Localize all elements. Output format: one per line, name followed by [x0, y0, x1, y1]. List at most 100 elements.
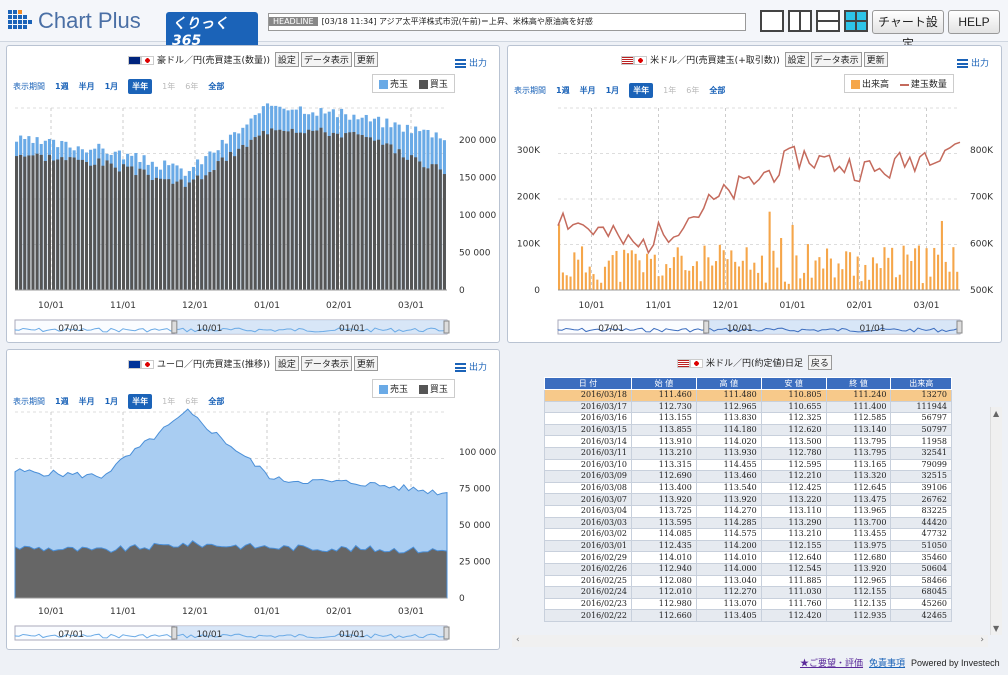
table-cell: 2016/03/10 [544, 458, 633, 472]
table-cell: 58466 [890, 574, 952, 588]
table-cell: 114.020 [695, 435, 762, 448]
bar-buy [274, 130, 278, 290]
table-cell: 112.080 [631, 574, 697, 588]
bar-buy [381, 144, 385, 290]
disclaimer-link[interactable]: 免責事項 [869, 658, 905, 668]
chart-usd-jpy-volume[interactable]: 300K 200K 100K 0 800K 700K 600K 500K 10/01 11/01 1… [508, 46, 1003, 344]
table-row[interactable]: 2016/02/24 112.010 112.270 111.030 112.155 68… [544, 586, 952, 599]
table-row[interactable]: 2016/03/10 113.315 114.455 112.595 113.165 79… [544, 458, 952, 472]
x-tick-label: 03/01 [914, 301, 940, 311]
table-row[interactable]: 2016/03/18 111.460 111.480 110.805 111.240 13… [544, 389, 952, 402]
table-row[interactable]: 2016/02/22 112.660 113.405 112.420 112.935 42… [544, 609, 952, 622]
table-row[interactable]: 2016/03/08 113.400 113.540 112.425 112.645 39… [544, 481, 952, 495]
table-row[interactable]: 2016/02/25 112.080 113.040 111.885 112.965 58… [544, 574, 952, 588]
headline-text[interactable]: [03/18 11:34] アジア太平洋株式市況(午前)＝上昇、米株高や原油高を… [322, 17, 593, 26]
column-header[interactable]: 高 値 [695, 377, 762, 390]
table-cell: 112.420 [760, 609, 827, 622]
table-row[interactable]: 2016/03/09 112.690 113.460 112.210 113.320 32… [544, 470, 952, 483]
bar-volume [822, 268, 825, 290]
table-cell: 26762 [890, 493, 952, 506]
chart-aud-jpy[interactable]: 200 000 150 000 100 000 50 000 0 10/01 11/01 12… [7, 46, 501, 344]
bar-volume [638, 260, 641, 290]
table-cell: 112.660 [631, 609, 697, 622]
bar-volume [741, 260, 744, 290]
table-row[interactable]: 2016/03/03 113.595 114.285 113.290 113.700 44… [544, 516, 952, 530]
vertical-scrollbar[interactable]: ▲ ▼ [990, 407, 1002, 635]
scroll-right-icon[interactable]: › [980, 635, 984, 645]
table-cell: 39106 [890, 481, 952, 495]
table-cell: 68045 [890, 586, 952, 599]
navigator-tick-label: 07/01 [58, 630, 84, 640]
chart-settings-button[interactable]: チャート設定 [872, 10, 944, 51]
table-cell: 2016/02/24 [544, 586, 633, 599]
table-cell: 47732 [890, 528, 952, 541]
table-cell: 13270 [890, 389, 952, 402]
y-tick-label: 0 [534, 286, 540, 296]
layout-single-icon[interactable] [760, 10, 784, 32]
bar-volume [852, 275, 855, 290]
layout-two-row-icon[interactable] [816, 10, 840, 32]
bar-volume [630, 250, 633, 290]
bar-buy [187, 182, 191, 290]
bar-volume [833, 277, 836, 290]
table-cell: 112.545 [760, 562, 827, 576]
table-row[interactable]: 2016/03/01 112.435 114.200 112.155 113.975 51… [544, 539, 952, 553]
table-cell: 113.070 [695, 597, 762, 611]
bar-buy [126, 166, 130, 290]
footer: ★ご要望・評価 免責事項 Powered by Investech [800, 656, 1000, 669]
table-row[interactable]: 2016/02/29 114.010 114.010 112.640 112.680 35… [544, 551, 952, 564]
bar-volume [695, 261, 698, 290]
table-row[interactable]: 2016/03/04 113.725 114.270 113.110 113.965 83… [544, 504, 952, 518]
column-header[interactable]: 始 値 [631, 377, 697, 390]
layout-two-column-icon[interactable] [788, 10, 812, 32]
table-cell: 112.645 [825, 481, 892, 495]
bar-buy [228, 151, 233, 290]
bar-volume [776, 267, 779, 290]
scroll-down-icon[interactable]: ▼ [993, 624, 999, 633]
x-tick-label: 10/01 [38, 301, 64, 311]
table-row[interactable]: 2016/03/11 113.210 113.930 112.780 113.795 32… [544, 446, 952, 460]
bar-volume [952, 247, 955, 290]
table-row[interactable]: 2016/02/26 112.940 114.000 112.545 113.920 50… [544, 562, 952, 576]
bar-volume [871, 257, 875, 290]
table-cell: 114.085 [631, 528, 697, 541]
scroll-left-icon[interactable]: ‹ [516, 635, 520, 645]
y-tick-label: 100 000 [459, 211, 496, 221]
bar-buy [340, 137, 344, 290]
table-cell: 2016/02/26 [544, 562, 633, 576]
headline-ticker[interactable]: HEADLINE [03/18 11:34] アジア太平洋株式市況(午前)＝上昇、… [268, 13, 746, 31]
table-row[interactable]: 2016/03/14 113.910 114.020 113.500 113.795 11… [544, 435, 952, 448]
feedback-link[interactable]: ★ご要望・評価 [800, 658, 863, 668]
bar-buy [130, 166, 134, 290]
table-row[interactable]: 2016/03/02 114.085 114.575 113.210 113.455 47… [544, 528, 952, 541]
powered-by: Powered by Investech [911, 658, 1000, 668]
table-cell: 111.885 [760, 574, 827, 588]
table-row[interactable]: 2016/03/17 112.730 112.965 110.655 111.400 11… [544, 400, 952, 414]
bar-buy [418, 161, 422, 290]
column-header[interactable]: 安 値 [760, 377, 827, 390]
table-cell: 112.010 [631, 586, 697, 599]
table-row[interactable]: 2016/03/16 113.155 113.830 112.325 112.585 56… [544, 412, 952, 425]
table-cell: 2016/03/02 [544, 528, 633, 541]
column-header[interactable]: 日 付 [544, 377, 633, 390]
bar-buy [352, 131, 356, 290]
bar-volume [611, 255, 614, 290]
column-header[interactable]: 終 値 [825, 377, 892, 390]
table-row[interactable]: 2016/03/15 113.855 114.180 112.620 113.140 50… [544, 423, 952, 437]
navigator-handle [171, 626, 178, 640]
bar-buy [47, 154, 51, 290]
bar-volume [906, 254, 909, 290]
bar-volume [745, 247, 748, 290]
column-header[interactable]: 出来高 [890, 377, 952, 390]
horizontal-scrollbar[interactable]: ‹ › [512, 635, 988, 647]
layout-four-grid-icon[interactable] [844, 10, 868, 32]
table-row[interactable]: 2016/02/23 112.980 113.070 111.760 112.135 45… [544, 597, 952, 611]
chart-eur-jpy[interactable]: 100 000 75 000 50 000 25 000 0 10/01 11/01 12/0… [7, 350, 501, 651]
scroll-up-icon[interactable]: ▲ [993, 409, 999, 418]
help-button[interactable]: HELP [948, 10, 1000, 34]
back-button[interactable]: 戻る [807, 355, 832, 370]
bar-volume [699, 281, 702, 290]
table-row[interactable]: 2016/03/07 113.920 113.920 113.220 113.475 26… [544, 493, 952, 506]
y-tick-label: 200 000 [459, 136, 496, 146]
table-cell: 2016/03/09 [544, 470, 633, 483]
